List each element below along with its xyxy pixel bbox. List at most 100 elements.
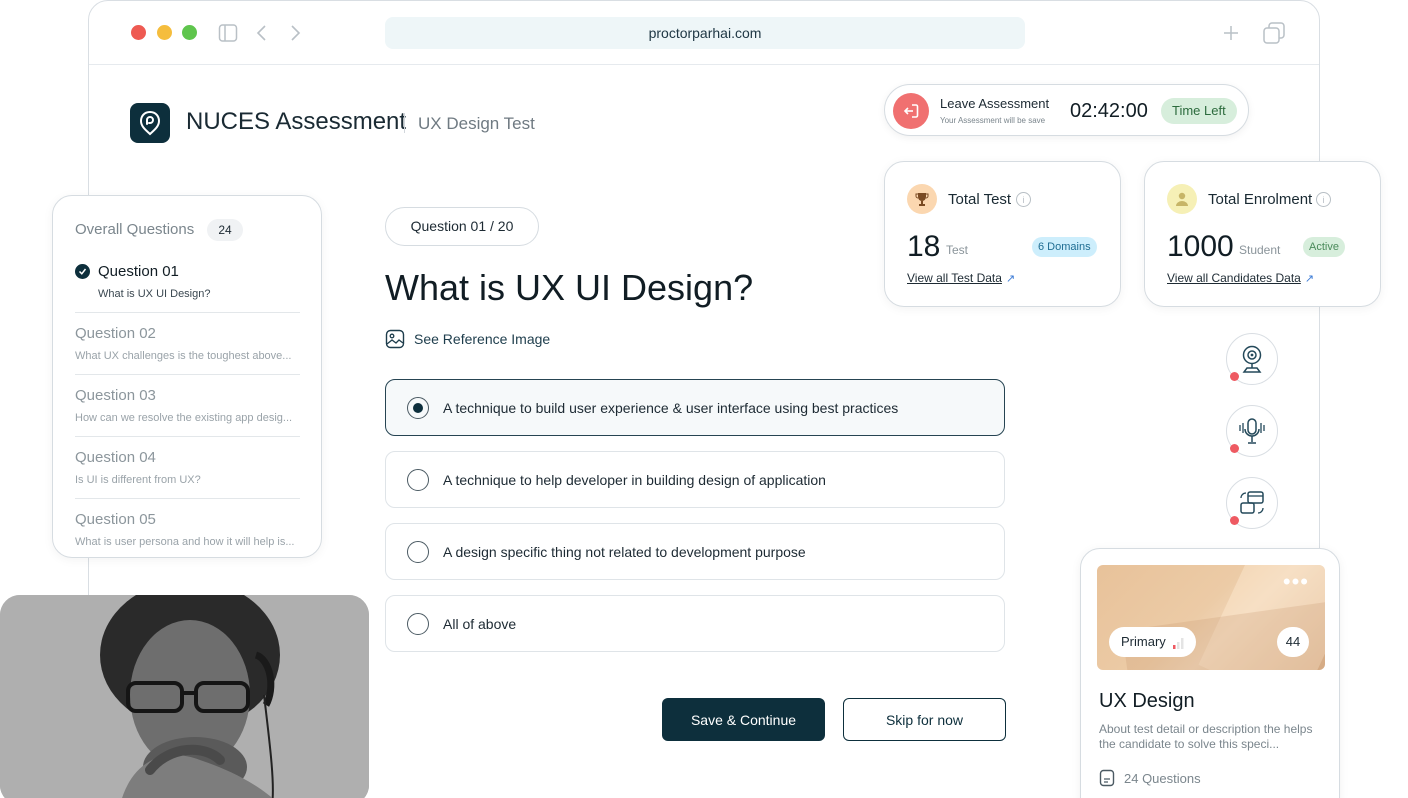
active-badge: Active [1303,237,1345,257]
see-reference-image-link[interactable]: See Reference Image [385,329,550,349]
question-counter: Question 01 / 20 [385,207,539,246]
check-circle-icon [75,264,90,279]
total-test-card: Total Test i 18 Test 6 Domains View all … [884,161,1121,307]
exit-icon [903,104,919,118]
app-logo [130,103,170,143]
course-cover-image: ••• Primary 44 [1097,565,1325,670]
forward-icon[interactable] [283,21,307,45]
question-title: What is UX UI Design? [385,267,754,308]
option-text: All of above [443,616,517,632]
question-label: Question 02 [75,325,156,342]
webcam-icon [1242,345,1262,373]
answer-option-2[interactable]: A technique to help developer in buildin… [385,451,1005,508]
microphone-monitor[interactable] [1226,405,1278,457]
screen-switch-icon [1240,491,1264,514]
screen-share-monitor[interactable] [1226,477,1278,529]
leave-assessment-bar: Leave Assessment Your Assessment will be… [884,84,1249,136]
document-icon [1099,769,1115,787]
option-text: A technique to help developer in buildin… [443,472,826,488]
question-label: Question 04 [75,449,156,466]
tabs-overview-icon[interactable] [1262,21,1286,45]
question-label: Question 03 [75,387,156,404]
panel-title: Overall Questions [75,221,195,238]
more-options-icon[interactable]: ••• [1283,571,1309,593]
url-text: proctorparhai.com [648,25,762,41]
question-count-badge: 24 [207,219,243,241]
leave-assessment-note: Your Assessment will be save [940,116,1046,125]
overall-questions-panel: Overall Questions 24 Question 01 What is… [52,195,322,558]
countdown-timer: 02:42:00 [1070,100,1148,122]
radio-selected[interactable] [407,397,429,419]
leave-assessment-button[interactable] [893,93,929,129]
app-title: NUCES Assessment [186,108,407,135]
view-candidates-data-link[interactable]: View all Candidates Data ↗ [1167,271,1314,285]
save-continue-button[interactable]: Save & Continue [662,698,825,741]
candidate-webcam-photo [0,595,369,798]
info-icon[interactable]: i [1316,192,1331,207]
answer-option-3[interactable]: A design specific thing not related to d… [385,523,1005,580]
leave-assessment-label[interactable]: Leave Assessment [940,96,1049,111]
course-count-pill: 44 [1277,627,1309,657]
question-list-item-02[interactable]: Question 02 What UX challenges is the to… [75,325,300,362]
user-icon [1167,184,1197,214]
question-count-row: 24 Questions [1099,769,1201,787]
question-summary: What UX challenges is the toughest above… [75,350,292,362]
divider [75,374,300,375]
info-icon[interactable]: i [1016,192,1031,207]
recording-indicator [1230,372,1239,381]
answer-option-1[interactable]: A technique to build user experience & u… [385,379,1005,436]
link-label: View all Test Data [907,271,1002,285]
browser-toolbar: proctorparhai.com [89,1,1319,65]
total-enrolment-card: Total Enrolment i 1000 Student Active Vi… [1144,161,1381,307]
question-list-item-05[interactable]: Question 05 What is user persona and how… [75,511,300,548]
back-icon[interactable] [250,21,274,45]
external-link-icon: ↗ [1005,273,1016,285]
view-test-data-link[interactable]: View all Test Data ↗ [907,271,1015,285]
divider [75,498,300,499]
question-summary: How can we resolve the existing app desi… [75,412,293,424]
external-link-icon: ↗ [1304,273,1315,285]
level-pill: Primary [1109,627,1197,657]
question-list-item-03[interactable]: Question 03 How can we resolve the exist… [75,387,300,424]
course-card[interactable]: ••• Primary 44 UX Design About test deta… [1080,548,1340,798]
new-tab-icon[interactable] [1219,21,1243,45]
close-window-button[interactable] [131,25,146,40]
radio-unselected[interactable] [407,469,429,491]
image-icon [385,329,405,349]
sidebar-toggle-icon[interactable] [216,21,240,45]
trophy-icon [907,184,937,214]
option-text: A technique to build user experience & u… [443,400,899,416]
reference-label: See Reference Image [414,331,551,347]
radio-unselected[interactable] [407,541,429,563]
link-label: View all Candidates Data [1167,271,1301,285]
time-left-badge: Time Left [1161,98,1237,124]
domains-badge: 6 Domains [1032,237,1097,257]
recording-indicator [1230,516,1239,525]
minimize-window-button[interactable] [157,25,172,40]
url-bar[interactable]: proctorparhai.com [385,17,1025,49]
stat-number: 1000 [1167,230,1234,263]
question-list-item-04[interactable]: Question 04 Is UI is different from UX? [75,449,300,486]
question-label: Question 05 [75,511,156,528]
course-description: About test detail or description the hel… [1099,722,1313,751]
stat-unit: Student [1239,243,1281,257]
test-name: UX Design Test [418,114,535,133]
microphone-icon [1239,418,1265,444]
maximize-window-button[interactable] [182,25,197,40]
option-text: A design specific thing not related to d… [443,544,806,560]
divider [75,312,300,313]
question-list-item-01[interactable]: Question 01 What is UX UI Design? [75,263,300,300]
header-divider [404,113,405,133]
question-summary: What is user persona and how it will hel… [75,536,295,548]
signal-bars-icon [1173,637,1184,649]
course-title: UX Design [1099,690,1195,712]
question-summary: What is UX UI Design? [98,288,211,300]
webcam-monitor[interactable] [1226,333,1278,385]
stat-unit: Test [946,243,969,257]
skip-button[interactable]: Skip for now [843,698,1006,741]
stat-title: Total Enrolment [1208,191,1313,208]
question-summary: Is UI is different from UX? [75,474,201,486]
stat-number: 18 [907,230,941,263]
answer-option-4[interactable]: All of above [385,595,1005,652]
radio-unselected[interactable] [407,613,429,635]
